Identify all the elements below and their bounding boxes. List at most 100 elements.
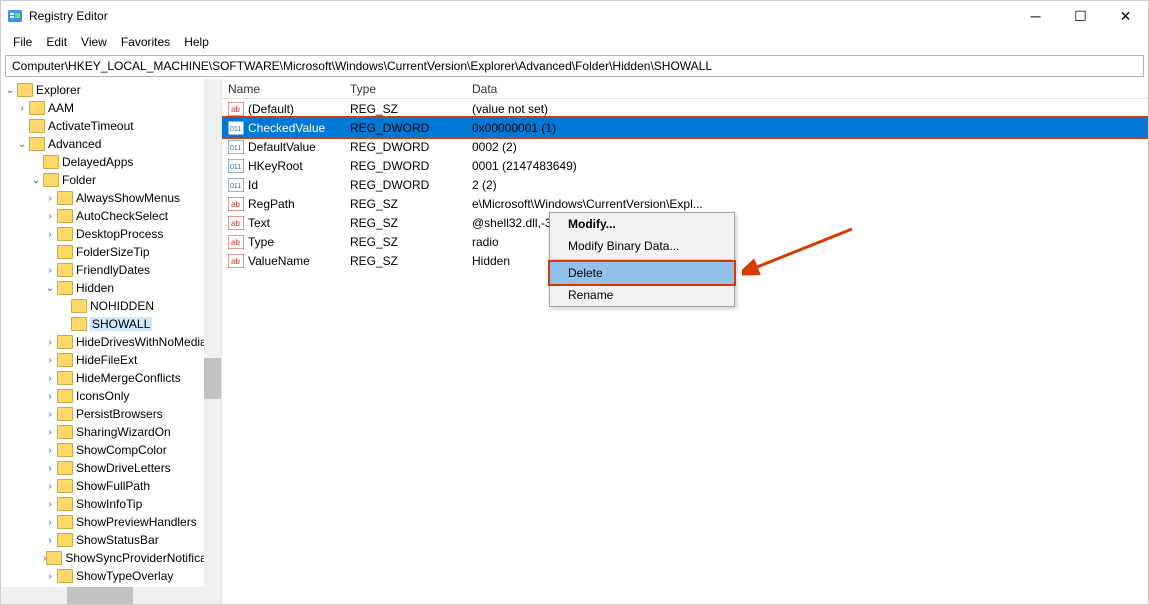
- value-name: (Default): [248, 102, 350, 116]
- chevron-right-icon[interactable]: ›: [43, 571, 57, 582]
- tree-showinfo[interactable]: ›ShowInfoTip: [1, 495, 221, 513]
- address-bar[interactable]: Computer\HKEY_LOCAL_MACHINE\SOFTWARE\Mic…: [5, 55, 1144, 77]
- tree-hidemerge[interactable]: ›HideMergeConflicts: [1, 369, 221, 387]
- tree-folder[interactable]: ⌄Folder: [1, 171, 221, 189]
- svg-text:011: 011: [230, 126, 241, 133]
- chevron-right-icon[interactable]: ›: [43, 229, 57, 240]
- tree-explorer[interactable]: ⌄Explorer: [1, 81, 221, 99]
- menu-view[interactable]: View: [75, 33, 113, 51]
- tree-friendly[interactable]: ›FriendlyDates: [1, 261, 221, 279]
- chevron-right-icon[interactable]: ›: [43, 481, 57, 492]
- string-value-icon: ab: [228, 216, 244, 230]
- chevron-right-icon[interactable]: ›: [43, 265, 57, 276]
- tree-desktop[interactable]: ›DesktopProcess: [1, 225, 221, 243]
- tree-nohidden[interactable]: NOHIDDEN: [1, 297, 221, 315]
- tree-showdrive[interactable]: ›ShowDriveLetters: [1, 459, 221, 477]
- tree-hscrollbar[interactable]: [1, 587, 221, 604]
- tree-delayed[interactable]: DelayedApps: [1, 153, 221, 171]
- tree-hidefile[interactable]: ›HideFileExt: [1, 351, 221, 369]
- chevron-down-icon[interactable]: ⌄: [3, 85, 17, 96]
- chevron-right-icon[interactable]: ›: [43, 391, 57, 402]
- chevron-right-icon[interactable]: ›: [43, 337, 57, 348]
- chevron-right-icon[interactable]: ›: [43, 427, 57, 438]
- list-pane[interactable]: Name Type Data ab(Default)REG_SZ(value n…: [222, 79, 1148, 604]
- tree-foldersize[interactable]: FolderSizeTip: [1, 243, 221, 261]
- chevron-right-icon[interactable]: ›: [43, 409, 57, 420]
- value-type: REG_DWORD: [350, 159, 472, 173]
- value-type: REG_SZ: [350, 254, 472, 268]
- tree-showprev[interactable]: ›ShowPreviewHandlers: [1, 513, 221, 531]
- ctx-separator: [552, 259, 732, 260]
- folder-icon: [57, 227, 73, 241]
- binary-value-icon: 011: [228, 178, 244, 192]
- tree-showsync[interactable]: ›ShowSyncProviderNotifications: [1, 549, 221, 567]
- tree-hidden[interactable]: ⌄Hidden: [1, 279, 221, 297]
- svg-text:ab: ab: [231, 200, 240, 209]
- tree-iconsonly[interactable]: ›IconsOnly: [1, 387, 221, 405]
- value-name: Id: [248, 178, 350, 192]
- chevron-right-icon[interactable]: ›: [43, 535, 57, 546]
- col-name[interactable]: Name: [228, 82, 350, 96]
- ctx-modify[interactable]: Modify...: [550, 213, 734, 235]
- chevron-right-icon[interactable]: ›: [43, 517, 57, 528]
- folder-icon: [57, 389, 73, 403]
- svg-text:011: 011: [230, 164, 241, 171]
- value-name: DefaultValue: [248, 140, 350, 154]
- chevron-right-icon[interactable]: ›: [43, 211, 57, 222]
- ctx-modify-binary[interactable]: Modify Binary Data...: [550, 235, 734, 257]
- tree-activate[interactable]: ActivateTimeout: [1, 117, 221, 135]
- chevron-right-icon[interactable]: ›: [43, 499, 57, 510]
- tree-vscrollbar[interactable]: [204, 79, 221, 587]
- menu-help[interactable]: Help: [178, 33, 215, 51]
- col-type[interactable]: Type: [350, 82, 472, 96]
- chevron-right-icon[interactable]: ›: [43, 463, 57, 474]
- chevron-right-icon[interactable]: ›: [15, 103, 29, 114]
- context-menu: Modify... Modify Binary Data... Delete R…: [549, 212, 735, 307]
- folder-icon: [57, 263, 73, 277]
- tree-autocheck[interactable]: ›AutoCheckSelect: [1, 207, 221, 225]
- folder-icon: [57, 569, 73, 583]
- list-row[interactable]: 011DefaultValueREG_DWORD0002 (2): [222, 137, 1148, 156]
- chevron-down-icon[interactable]: ⌄: [29, 175, 43, 186]
- tree-showall[interactable]: SHOWALL: [1, 315, 221, 333]
- list-row[interactable]: 011IdREG_DWORD2 (2): [222, 175, 1148, 194]
- tree-showtype[interactable]: ›ShowTypeOverlay: [1, 567, 221, 585]
- chevron-right-icon[interactable]: ›: [43, 445, 57, 456]
- tree-pane[interactable]: ⌄Explorer ›AAM ActivateTimeout ⌄Advanced…: [1, 79, 221, 604]
- tree-showstat[interactable]: ›ShowStatusBar: [1, 531, 221, 549]
- chevron-right-icon[interactable]: ›: [43, 373, 57, 384]
- folder-icon: [57, 353, 73, 367]
- svg-text:ab: ab: [231, 105, 240, 114]
- value-type: REG_DWORD: [350, 121, 472, 135]
- list-row[interactable]: 011CheckedValueREG_DWORD0x00000001 (1): [222, 118, 1148, 137]
- value-type: REG_SZ: [350, 235, 472, 249]
- maximize-button[interactable]: ☐: [1058, 1, 1103, 31]
- value-data: 0001 (2147483649): [472, 159, 1148, 173]
- minimize-button[interactable]: ─: [1013, 1, 1058, 31]
- svg-text:ab: ab: [231, 219, 240, 228]
- tree-showcomp[interactable]: ›ShowCompColor: [1, 441, 221, 459]
- tree-aam[interactable]: ›AAM: [1, 99, 221, 117]
- menu-favorites[interactable]: Favorites: [115, 33, 176, 51]
- tree-always[interactable]: ›AlwaysShowMenus: [1, 189, 221, 207]
- tree-showfull[interactable]: ›ShowFullPath: [1, 477, 221, 495]
- tree-hidedrives[interactable]: ›HideDrivesWithNoMedia: [1, 333, 221, 351]
- col-data[interactable]: Data: [472, 82, 1148, 96]
- ctx-rename[interactable]: Rename: [550, 284, 734, 306]
- close-button[interactable]: ✕: [1103, 1, 1148, 31]
- value-data: 0002 (2): [472, 140, 1148, 154]
- list-row[interactable]: 011HKeyRootREG_DWORD0001 (2147483649): [222, 156, 1148, 175]
- tree-persist[interactable]: ›PersistBrowsers: [1, 405, 221, 423]
- menu-file[interactable]: File: [7, 33, 38, 51]
- list-row[interactable]: abRegPathREG_SZe\Microsoft\Windows\Curre…: [222, 194, 1148, 213]
- folder-icon: [57, 335, 73, 349]
- chevron-down-icon[interactable]: ⌄: [15, 139, 29, 150]
- tree-sharing[interactable]: ›SharingWizardOn: [1, 423, 221, 441]
- menu-edit[interactable]: Edit: [40, 33, 73, 51]
- list-row[interactable]: ab(Default)REG_SZ(value not set): [222, 99, 1148, 118]
- ctx-delete[interactable]: Delete: [550, 262, 734, 284]
- tree-advanced[interactable]: ⌄Advanced: [1, 135, 221, 153]
- chevron-right-icon[interactable]: ›: [43, 355, 57, 366]
- chevron-right-icon[interactable]: ›: [43, 193, 57, 204]
- chevron-down-icon[interactable]: ⌄: [43, 283, 57, 294]
